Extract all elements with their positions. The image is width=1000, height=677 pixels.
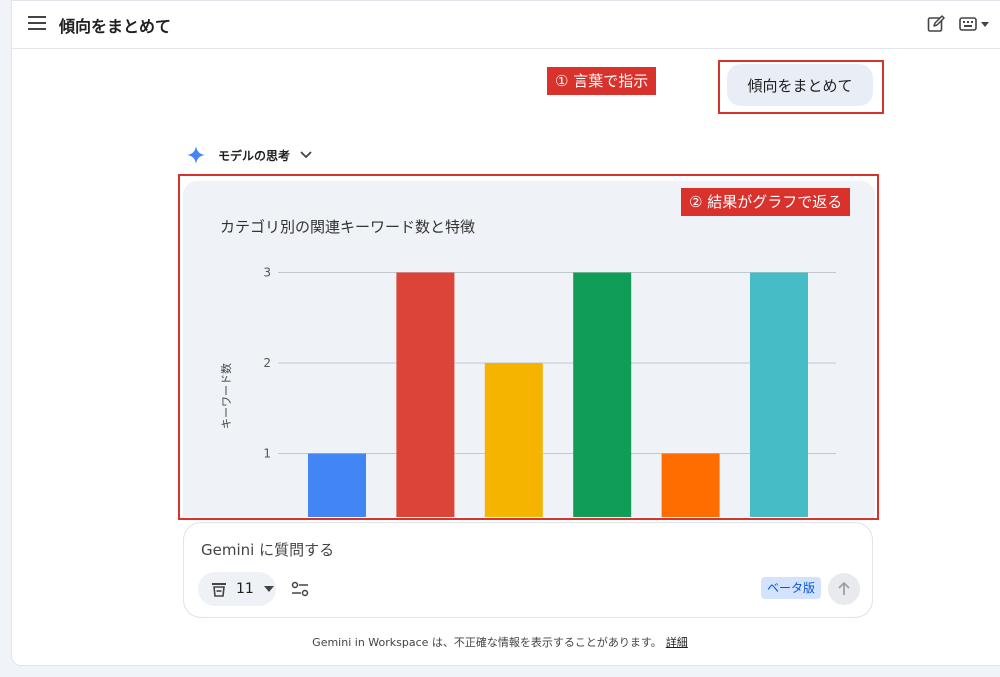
disclaimer-text: Gemini in Workspace は、不正確な情報を表示することがあります… <box>312 636 662 649</box>
sources-chip[interactable]: 11 <box>198 572 276 606</box>
menu-icon[interactable] <box>28 16 46 30</box>
annotation-step1: ① 言葉で指示 <box>547 67 657 95</box>
keyboard-icon[interactable] <box>959 15 991 33</box>
composer: Gemini に質問する 11 ベータ版 <box>183 522 873 618</box>
beta-badge: ベータ版 <box>761 577 822 599</box>
page-title: 傾向をまとめて <box>59 17 172 36</box>
thinking-label: モデルの思考 <box>218 148 291 163</box>
details-link[interactable]: 詳細 <box>666 636 688 649</box>
prompt-input[interactable]: Gemini に質問する <box>201 539 334 560</box>
arrow-up-icon <box>838 582 850 595</box>
caret-down-icon <box>263 586 274 592</box>
tools-settings-icon[interactable] <box>290 579 310 599</box>
panel-header: 傾向をまとめて <box>12 1 1000 49</box>
edit-icon[interactable] <box>927 15 945 33</box>
annotation-step2: ② 結果がグラフで返る <box>681 188 851 216</box>
sources-icon <box>212 583 226 597</box>
chevron-down-icon <box>300 151 312 159</box>
gemini-sparkle-icon <box>187 146 205 164</box>
sources-count: 11 <box>236 581 254 597</box>
send-button[interactable] <box>828 573 860 605</box>
model-thinking-toggle[interactable]: モデルの思考 <box>186 145 312 165</box>
dropdown-arrow-icon <box>981 22 989 27</box>
highlight-chart <box>178 174 879 520</box>
user-message-bubble: 傾向をまとめて <box>727 64 873 106</box>
disclaimer: Gemini in Workspace は、不正確な情報を表示することがあります… <box>0 634 1000 650</box>
